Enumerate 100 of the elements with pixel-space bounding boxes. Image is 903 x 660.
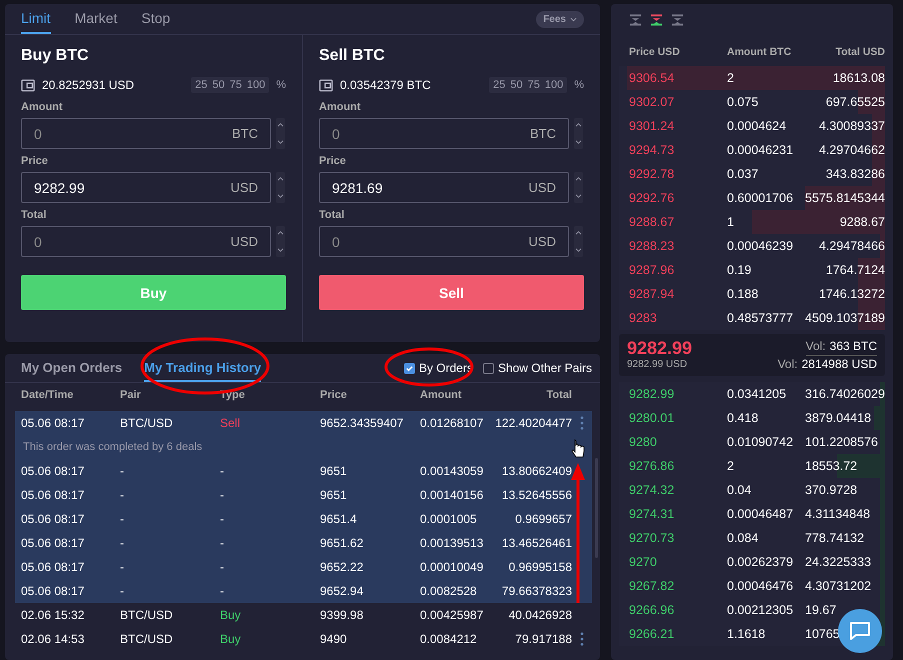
- amount-cell-text: 0.0341205: [727, 387, 788, 401]
- total-cell: 24.3225333: [805, 555, 872, 569]
- percent-option[interactable]: 25: [195, 78, 208, 92]
- total-cell: 10765: [805, 627, 840, 641]
- total-cell: 101.2208576: [805, 435, 878, 449]
- order-type-tab[interactable]: Limit: [21, 4, 51, 34]
- checkbox-label: Show Other Pairs: [498, 361, 592, 375]
- table-cell-text: 0.00425987: [420, 608, 484, 622]
- amount-cell-text: 0.48573777: [727, 311, 794, 325]
- table-cell-text: 79.66378323: [500, 584, 572, 598]
- input-field[interactable]: 0 BTC: [319, 118, 569, 149]
- percent-option[interactable]: 100: [544, 78, 564, 92]
- price-cell-text: 9274.31: [629, 507, 676, 521]
- column-header: Price USD: [629, 46, 681, 58]
- percent-option[interactable]: 100: [246, 78, 266, 92]
- price-cell-text: 9294.73: [629, 143, 676, 157]
- table-cell-text: -: [220, 464, 225, 478]
- percent-option[interactable]: 25: [493, 78, 506, 92]
- amount-cell-text: 0.084: [727, 531, 760, 545]
- price-cell-text: 9276.86: [629, 459, 676, 473]
- form-title: Sell BTC: [319, 47, 386, 65]
- table-cell-text: 0.0084212: [420, 632, 478, 646]
- table-cell-text: 9652.34359407: [320, 416, 404, 430]
- fees-dropdown[interactable]: Fees: [536, 10, 584, 28]
- history-tab[interactable]: My Trading History: [144, 354, 262, 382]
- table-cell-text: BTC/USD: [120, 608, 174, 622]
- amount-cell-text: 0.04: [727, 483, 752, 497]
- table-cell-text: 79.917188: [514, 632, 572, 646]
- amount-cell-text: 0.00046487: [727, 507, 794, 521]
- column-header: Amount BTC: [727, 46, 792, 58]
- input-field[interactable]: 9281.69 USD: [319, 172, 569, 203]
- total-cell: 4.30731202: [805, 579, 872, 593]
- sell-button[interactable]: Sell: [319, 275, 584, 310]
- input-field[interactable]: 0 USD: [319, 226, 569, 257]
- amount-cell-text: 0.60001706: [727, 191, 794, 205]
- table-cell-text: 05.06 08:17: [21, 560, 86, 574]
- table-cell-text: 05.06 08:17: [21, 464, 86, 478]
- table-cell-text: Sell: [220, 416, 242, 430]
- table-cell-text: 0.0082528: [420, 584, 478, 598]
- form-title: Buy BTC: [21, 47, 90, 65]
- price-cell-text: 9301.24: [629, 119, 676, 133]
- history-tab[interactable]: My Open Orders: [21, 354, 122, 382]
- table-cell-text: 05.06 08:17: [21, 584, 86, 598]
- volume-value: 2814988 USD: [802, 357, 877, 371]
- price-cell-text: 9270: [629, 555, 658, 569]
- table-cell-text: 02.06 15:32: [21, 608, 86, 622]
- volume-label: Vol:: [778, 357, 798, 371]
- table-cell-text: 9651.62: [320, 536, 364, 550]
- percent-option[interactable]: 50: [510, 78, 523, 92]
- amount-cell-text: 0.19: [727, 263, 752, 277]
- table-cell-text: Buy: [220, 608, 242, 622]
- table-cell-text: -: [120, 536, 125, 550]
- table-cell-text: -: [220, 584, 225, 598]
- table-cell-text: 13.46526461: [500, 536, 572, 550]
- total-cell: 778.74132: [805, 531, 864, 545]
- price-cell-text: 9267.82: [629, 579, 676, 593]
- input-field[interactable]: 0 USD: [21, 226, 271, 257]
- amount-cell-text: 0.00046239: [727, 239, 794, 253]
- percent-option[interactable]: 75: [528, 78, 540, 92]
- last-price-usd: 9282.99 USD: [627, 359, 688, 370]
- input-field[interactable]: 0 BTC: [21, 118, 271, 149]
- volume-value: 363 BTC: [830, 339, 877, 353]
- amount-cell-text: 0.188: [727, 287, 760, 301]
- order-note: This order was completed by 6 deals: [23, 441, 202, 453]
- column-header: Total: [546, 389, 572, 401]
- total-cell: 19.67: [805, 603, 836, 617]
- table-cell-text: 0.0001005: [420, 512, 478, 526]
- total-cell: 18553.72: [805, 459, 858, 473]
- table-cell-text: Buy: [220, 632, 242, 646]
- column-header: Pair: [120, 389, 142, 401]
- amount-cell-text: 0.00046231: [727, 143, 794, 157]
- table-cell-text: 05.06 08:17: [21, 488, 86, 502]
- table-cell-text: 40.0426928: [508, 608, 572, 622]
- percent-sign: %: [574, 79, 584, 91]
- total-cell-text: 4.29704662: [818, 143, 885, 157]
- table-cell-text: -: [220, 560, 225, 574]
- amount-cell-text: 0.00212305: [727, 603, 794, 617]
- table-cell-text: 05.06 08:17: [21, 512, 86, 526]
- price-cell-text: 9302.07: [629, 95, 676, 109]
- table-cell-text: 0.9699657: [514, 512, 572, 526]
- total-cell: 316.74026029: [805, 387, 885, 401]
- percent-option[interactable]: 75: [230, 78, 242, 92]
- input-field[interactable]: 9282.99 USD: [21, 172, 271, 203]
- price-cell-text: 9270.73: [629, 531, 676, 545]
- field-label: Price: [21, 155, 49, 167]
- column-header: Date/Time: [21, 389, 74, 401]
- order-type-tab[interactable]: Market: [74, 4, 118, 34]
- amount-cell-text: 0.01090742: [727, 435, 794, 449]
- price-cell-text: 9287.96: [629, 263, 676, 277]
- percent-option[interactable]: 50: [212, 78, 225, 92]
- balance-text: 0.03542379 BTC: [340, 78, 431, 92]
- order-type-tab[interactable]: Stop: [141, 4, 170, 34]
- total-cell-text: 4.30089337: [818, 119, 885, 133]
- field-label: Total: [21, 209, 48, 221]
- price-cell-text: 9282.99: [629, 387, 676, 401]
- price-cell-text: 9287.94: [629, 287, 676, 301]
- table-cell-text: 0.00143059: [420, 464, 484, 478]
- total-cell-text: 697.65525: [824, 95, 885, 109]
- price-cell-text: 9266.96: [629, 603, 676, 617]
- total-cell-text: 343.83286: [824, 167, 885, 181]
